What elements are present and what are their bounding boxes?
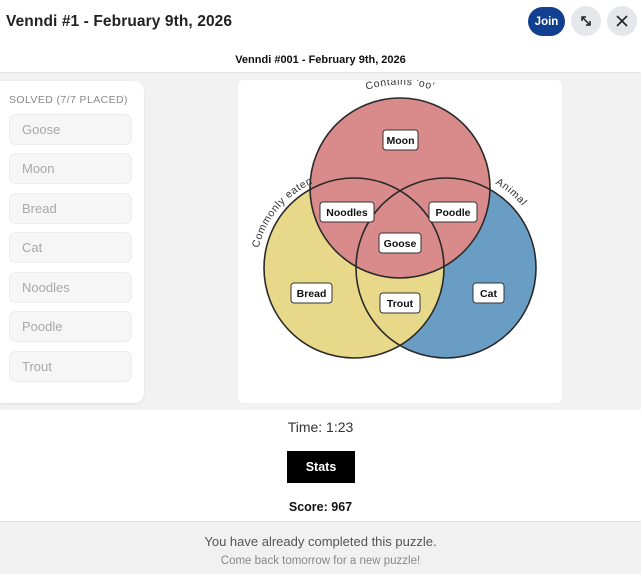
expand-button[interactable] — [571, 6, 601, 36]
score-display: Score: 967 — [288, 500, 353, 514]
top-bar: Venndi #1 - February 9th, 2026 Join — [0, 0, 641, 44]
placed-word-noodles: Noodles — [319, 201, 375, 223]
time-display: Time: 1:23 — [287, 419, 354, 435]
app-title: Venndi #1 - February 9th, 2026 — [6, 13, 233, 30]
svg-text:Trout: Trout — [387, 298, 414, 310]
placed-word-poodle: Poodle — [428, 201, 478, 223]
label-contains-oo: Contains 'oo' — [364, 80, 436, 93]
word-chip: Bread — [9, 193, 132, 224]
placed-word-bread: Bread — [290, 282, 333, 304]
placed-word-cat: Cat — [472, 282, 505, 304]
completed-submessage: Come back tomorrow for a new puzzle! — [220, 555, 421, 567]
venn-diagram: Contains 'oo' Commonly eaten Animal Moon… — [250, 76, 537, 359]
word-chip: Poodle — [9, 311, 132, 342]
word-chip: Goose — [9, 114, 132, 145]
placed-word-trout: Trout — [379, 292, 421, 314]
solved-header: SOLVED (7/7 PLACED) — [9, 94, 128, 106]
word-chip: Trout — [9, 351, 132, 382]
svg-text:Bread: Bread — [297, 288, 327, 300]
svg-text:Goose: Goose — [384, 238, 417, 250]
svg-text:Poodle: Poodle — [435, 207, 470, 219]
completed-message: You have already completed this puzzle. — [204, 534, 437, 549]
stats-button[interactable]: Stats — [287, 451, 355, 483]
word-chip: Moon — [9, 153, 132, 184]
puzzle-title: Venndi #001 - February 9th, 2026 — [235, 54, 406, 66]
placed-word-goose: Goose — [378, 232, 422, 254]
close-icon — [616, 15, 628, 27]
svg-text:Cat: Cat — [480, 288, 497, 300]
word-chip: Noodles — [9, 272, 132, 303]
join-button[interactable]: Join — [528, 7, 565, 36]
venn-board: Contains 'oo' Commonly eaten Animal Moon… — [238, 76, 562, 403]
placed-word-moon: Moon — [382, 129, 419, 151]
svg-text:Noodles: Noodles — [326, 207, 368, 219]
svg-text:Moon: Moon — [387, 135, 415, 147]
close-button[interactable] — [607, 6, 637, 36]
solved-sidebar: SOLVED (7/7 PLACED) Goose Moon Bread Cat… — [0, 81, 144, 403]
expand-icon — [581, 16, 591, 26]
word-chip: Cat — [9, 232, 132, 263]
